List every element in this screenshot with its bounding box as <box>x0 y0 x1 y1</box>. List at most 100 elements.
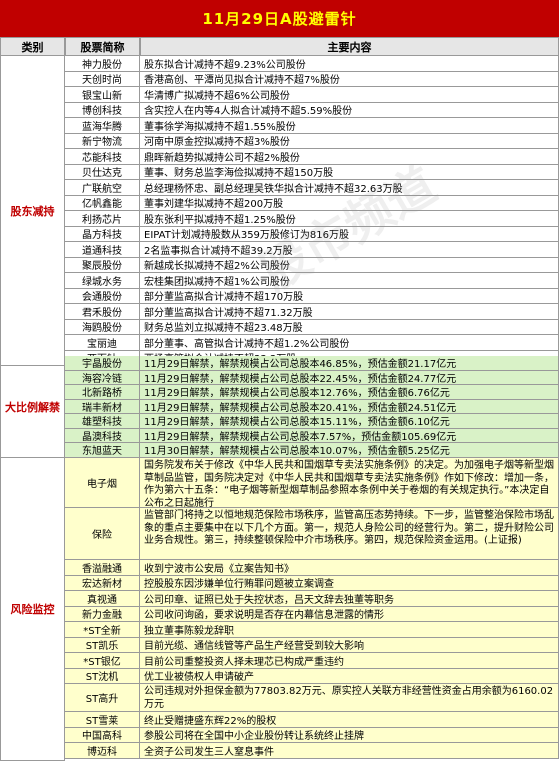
stock-name: 宇晶股份 <box>65 356 140 371</box>
stock-name: 广联航空 <box>65 180 140 196</box>
table-row: ST高升 公司违规对外担保金额为77803.82万元、原实控人关联方非经营性资金占… <box>65 684 559 712</box>
stock-name: 道通科技 <box>65 242 140 258</box>
table-row: 博迈科 全资子公司发生三人窒息事件 <box>65 743 559 759</box>
stock-name: 海鸥股份 <box>65 319 140 335</box>
row-content: 国务院发布关于修改《中华人民共和国烟草专卖法实施条例》的决定。为加强电子烟等新型… <box>140 458 559 508</box>
row-content: 控股股东因涉嫌单位行贿罪问题被立案调查 <box>140 575 559 591</box>
row-content: 监管部门将持之以恒地规范保险市场秩序，监管高压态势持续。下一步，监管整治保险市场… <box>140 508 559 560</box>
stock-name: 宏达新材 <box>65 575 140 591</box>
table-row: 海容冷链 11月29日解禁，解禁规模占公司总股本22.45%，预估金额24.77亿… <box>65 370 559 385</box>
stock-name: 中国高科 <box>65 727 140 743</box>
row-content: 11月29日解禁，解禁规模占公司总股本15.11%，预估金额6.10亿元 <box>140 414 559 429</box>
table-row: 绿城水务 宏桂集团拟减持不超1%公司股份 <box>65 273 559 289</box>
row-content: 公司收问询函，要求说明是否存在内幕信息泄露的情形 <box>140 606 559 622</box>
stock-name: ST沈机 <box>65 668 140 684</box>
row-content: 2名监事拟合计减持不超39.2万股 <box>140 242 559 258</box>
table-row: 宝丽迪 部分董事、高管拟合计减持不超1.2%公司股份 <box>65 335 559 351</box>
table-row: 君禾股份 部分董监高拟合计减持不超71.32万股 <box>65 304 559 320</box>
table-row: 真视通 公司印章、证照已处于失控状态，吕天文辞去独董等职务 <box>65 591 559 607</box>
table-row: *ST全新 独立董事陈毅龙辞职 <box>65 622 559 638</box>
row-content: 目前光缆、通信线管等产品生产经营受到较大影响 <box>140 637 559 653</box>
row-content: 股东拟合计减持不超9.23%公司股份 <box>140 56 559 72</box>
row-content: 全资子公司发生三人窒息事件 <box>140 743 559 759</box>
section-rows: 神力股份 股东拟合计减持不超9.23%公司股份 天创时尚 香港高创、平潭尚见拟合计减持… <box>65 56 559 366</box>
section-rows: 宇晶股份 11月29日解禁，解禁规模占公司总股本46.85%，预估金额21.17亿… <box>65 356 559 458</box>
row-content: 终止受赠捷盛东辉22%的股权 <box>140 712 559 728</box>
table-row: *ST银亿 目前公司重整投资人择未理芯已构成严重违约 <box>65 653 559 669</box>
table-row: 电子烟 国务院发布关于修改《中华人民共和国烟草专卖法实施条例》的决定。为加强电子烟… <box>65 458 559 508</box>
page: 11月29日A股避雷针 类别 股票简称 主要内容 股东减持 神力股份 股东拟合计减… <box>0 0 559 761</box>
stock-name: 利扬芯片 <box>65 211 140 227</box>
row-content: 香港高创、平潭尚见拟合计减持不超7%股份 <box>140 71 559 87</box>
table-row: 天创时尚 香港高创、平潭尚见拟合计减持不超7%股份 <box>65 71 559 87</box>
row-content: 鼎晖新趋势拟减持公司不超2%股份 <box>140 149 559 165</box>
header-content: 主要内容 <box>140 37 559 56</box>
stock-name: 博创科技 <box>65 102 140 118</box>
stock-name: 会通股份 <box>65 288 140 304</box>
row-content: 参股公司将在全国中小企业股份转让系统终止挂牌 <box>140 727 559 743</box>
row-content: 河南中原金控拟减持不超3%股份 <box>140 133 559 149</box>
row-content: 优工业被债权人申请破产 <box>140 668 559 684</box>
stock-name: 北新路桥 <box>65 385 140 400</box>
stock-name: 神力股份 <box>65 56 140 72</box>
row-content: 部分董事、高管拟合计减持不超1.2%公司股份 <box>140 335 559 351</box>
row-content: 华清博广拟减持不超6%公司股份 <box>140 87 559 103</box>
table-row: 香溢融通 收到宁波市公安局《立案告知书》 <box>65 560 559 576</box>
category-label: 大比例解禁 <box>0 356 65 458</box>
stock-name: 香溢融通 <box>65 560 140 576</box>
row-content: 11月30日解禁，解禁规模占公司总股本10.07%，预估金额5.25亿元 <box>140 443 559 458</box>
stock-name: ST高升 <box>65 684 140 712</box>
stock-name: *ST全新 <box>65 622 140 638</box>
stock-name: 瑞丰新材 <box>65 399 140 414</box>
stock-name: *ST银亿 <box>65 653 140 669</box>
table-row: 芯能科技 鼎晖新趋势拟减持公司不超2%股份 <box>65 149 559 165</box>
row-content: 11月29日解禁，解禁规模占公司总股本12.76%，预估金额6.76亿元 <box>140 385 559 400</box>
stock-name: 聚辰股份 <box>65 257 140 273</box>
table-row: 海鸥股份 财务总监刘立拟减持不超23.48万股 <box>65 319 559 335</box>
stock-name: 芯能科技 <box>65 149 140 165</box>
row-content: 财务总监刘立拟减持不超23.48万股 <box>140 319 559 335</box>
stock-name: 蓝海华腾 <box>65 118 140 134</box>
stock-name: 东旭蓝天 <box>65 443 140 458</box>
table-row: 贝仕达克 董事、财务总监李海俭拟减持不超150万股 <box>65 164 559 180</box>
table-row: 宇晶股份 11月29日解禁，解禁规模占公司总股本46.85%，预估金额21.17亿… <box>65 356 559 371</box>
row-content: 含实控人在内等4人拟合计减持不超5.59%股份 <box>140 102 559 118</box>
table-row: 道通科技 2名监事拟合计减持不超39.2万股 <box>65 242 559 258</box>
row-content: 独立董事陈毅龙辞职 <box>140 622 559 638</box>
table-row: 宏达新材 控股股东因涉嫌单位行贿罪问题被立案调查 <box>65 575 559 591</box>
category-label: 股东减持 <box>0 56 65 366</box>
stock-name: 宝丽迪 <box>65 335 140 351</box>
table-row: 晶方科技 EIPAT计划减持股数从359万股修订为816万股 <box>65 226 559 242</box>
stock-name: 天创时尚 <box>65 71 140 87</box>
table-row: 会通股份 部分董监高拟合计减持不超170万股 <box>65 288 559 304</box>
category-label: 风险监控 <box>0 458 65 761</box>
stock-name: 银宝山新 <box>65 87 140 103</box>
table-row: 神力股份 股东拟合计减持不超9.23%公司股份 <box>65 56 559 72</box>
row-content: 公司印章、证照已处于失控状态，吕天文辞去独董等职务 <box>140 591 559 607</box>
stock-name: 保险 <box>65 508 140 560</box>
row-content: 董事徐学海拟减持不超1.55%股份 <box>140 118 559 134</box>
stock-name: 雄塑科技 <box>65 414 140 429</box>
table-row: 聚辰股份 新越成长拟减持不超2%公司股份 <box>65 257 559 273</box>
table-row: 广联航空 总经理杨怀忠、副总经理吴铁华拟合计减持不超32.63万股 <box>65 180 559 196</box>
table-row: 中国高科 参股公司将在全国中小企业股份转让系统终止挂牌 <box>65 727 559 743</box>
stock-name: 电子烟 <box>65 458 140 508</box>
table-row: ST沈机 优工业被债权人申请破产 <box>65 668 559 684</box>
row-content: 宏桂集团拟减持不超1%公司股份 <box>140 273 559 289</box>
stock-name: 亿帆鑫能 <box>65 195 140 211</box>
stock-name: 海容冷链 <box>65 370 140 385</box>
row-content: 新越成长拟减持不超2%公司股份 <box>140 257 559 273</box>
table-row: 北新路桥 11月29日解禁，解禁规模占公司总股本12.76%，预估金额6.76亿元 <box>65 385 559 400</box>
section-risk-monitor: 风险监控 电子烟 国务院发布关于修改《中华人民共和国烟草专卖法实施条例》的决定。为… <box>0 458 559 761</box>
table-row: 博创科技 含实控人在内等4人拟合计减持不超5.59%股份 <box>65 102 559 118</box>
section-rows: 电子烟 国务院发布关于修改《中华人民共和国烟草专卖法实施条例》的决定。为加强电子烟… <box>65 458 559 761</box>
table-row: 雄塑科技 11月29日解禁，解禁规模占公司总股本15.11%，预估金额6.10亿元 <box>65 414 559 429</box>
table-row: ST雪莱 终止受赠捷盛东辉22%的股权 <box>65 712 559 728</box>
table-row: ST凯乐 目前光缆、通信线管等产品生产经营受到较大影响 <box>65 637 559 653</box>
row-content: 11月29日解禁，解禁规模占公司总股本7.57%，预估金额105.69亿元 <box>140 428 559 443</box>
table-row: 瑞丰新材 11月29日解禁，解禁规模占公司总股本20.41%，预估金额24.51亿… <box>65 399 559 414</box>
stock-name: 新力金融 <box>65 606 140 622</box>
table-row: 银宝山新 华清博广拟减持不超6%公司股份 <box>65 87 559 103</box>
table-row: 利扬芯片 股东张利平拟减持不超1.25%股份 <box>65 211 559 227</box>
stock-name: 绿城水务 <box>65 273 140 289</box>
